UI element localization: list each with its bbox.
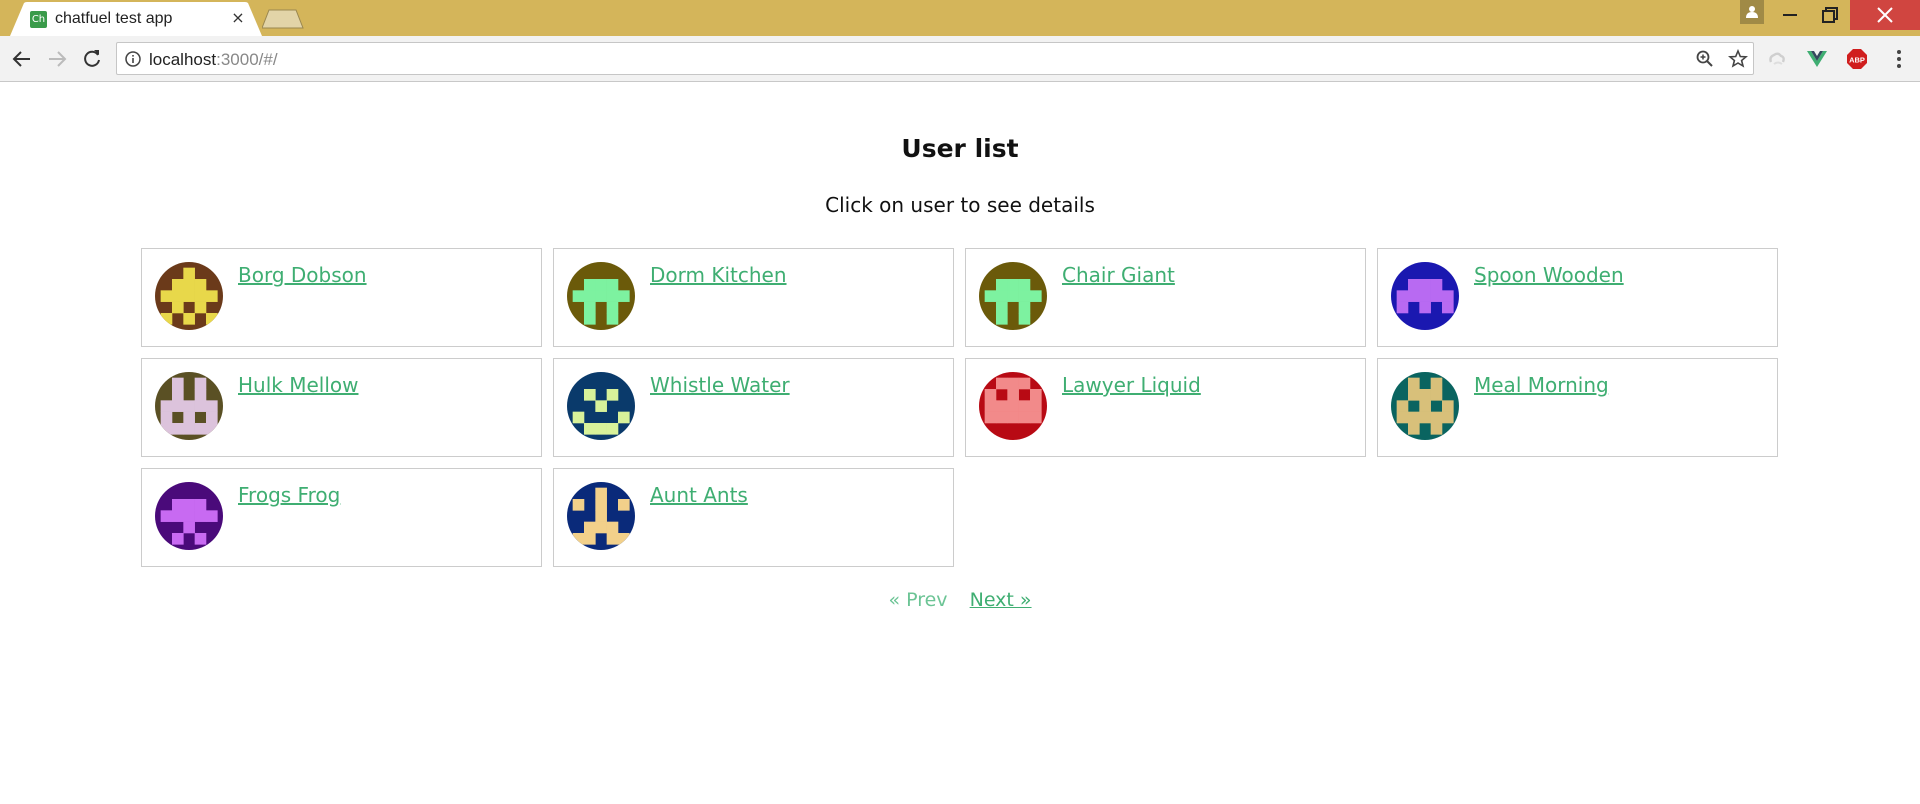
vue-logo-glyph (1807, 51, 1827, 67)
user-name-link[interactable]: Dorm Kitchen (650, 263, 787, 287)
cloud-sync-glyph (1769, 52, 1785, 65)
url-host: localhost (149, 50, 217, 69)
close-window-button[interactable] (1850, 0, 1920, 30)
user-card[interactable]: Borg Dobson (141, 248, 542, 347)
minimize-icon (1783, 14, 1797, 16)
user-name-link[interactable]: Whistle Water (650, 373, 790, 397)
user-card[interactable]: Spoon Wooden (1377, 248, 1778, 347)
restore-button[interactable] (1808, 0, 1852, 30)
address-bar[interactable]: localhost:3000/#/ (116, 42, 1754, 75)
user-avatar-icon[interactable] (155, 262, 223, 330)
close-icon (1877, 7, 1893, 23)
user-avatar-icon[interactable] (1391, 372, 1459, 440)
minimize-button[interactable] (1768, 0, 1812, 30)
info-icon[interactable] (125, 51, 141, 67)
tab-close-icon[interactable]: × (229, 8, 247, 28)
user-card[interactable]: Frogs Frog (141, 468, 542, 567)
user-card[interactable]: Meal Morning (1377, 358, 1778, 457)
user-name-link[interactable]: Hulk Mellow (238, 373, 358, 397)
abp-label: ABP (1849, 56, 1865, 65)
new-tab-button[interactable] (261, 9, 304, 34)
user-avatar-icon[interactable] (155, 372, 223, 440)
user-card[interactable]: Aunt Ants (553, 468, 954, 567)
user-avatar-icon[interactable] (567, 482, 635, 550)
user-card[interactable]: Hulk Mellow (141, 358, 542, 457)
tab-favicon-icon: Ch (30, 11, 47, 28)
person-icon (1746, 6, 1758, 18)
user-name-link[interactable]: Chair Giant (1062, 263, 1175, 287)
user-name-link[interactable]: Lawyer Liquid (1062, 373, 1201, 397)
pagination: « Prev Next » (0, 589, 1920, 611)
user-name-link[interactable]: Meal Morning (1474, 373, 1609, 397)
page-title: User list (901, 134, 1019, 163)
user-card[interactable]: Dorm Kitchen (553, 248, 954, 347)
zoom-icon[interactable] (1696, 50, 1714, 68)
browser-toolbar: localhost:3000/#/ ABP (0, 36, 1920, 82)
user-avatar-icon[interactable] (1391, 262, 1459, 330)
user-card[interactable]: Lawyer Liquid (965, 358, 1366, 457)
next-page-link[interactable]: Next » (970, 589, 1032, 611)
user-avatar-icon[interactable] (979, 262, 1047, 330)
user-name-link[interactable]: Spoon Wooden (1474, 263, 1624, 287)
abp-octagon-glyph: ABP (1847, 49, 1867, 69)
user-avatar-icon[interactable] (567, 372, 635, 440)
prev-page-link: « Prev (888, 589, 948, 611)
kebab-menu-icon (1897, 50, 1901, 68)
page-content: User list Click on user to see details B… (0, 82, 1920, 804)
user-card[interactable]: Chair Giant (965, 248, 1366, 347)
restore-icon (1822, 7, 1838, 23)
user-name-link[interactable]: Borg Dobson (238, 263, 367, 287)
adblock-plus-icon[interactable]: ABP (1846, 48, 1868, 70)
page-subtitle: Click on user to see details (825, 193, 1095, 217)
vue-devtools-icon[interactable] (1806, 48, 1828, 70)
url-text[interactable]: localhost:3000/#/ (149, 50, 278, 70)
arrow-left-icon (12, 51, 30, 67)
browser-menu-button[interactable] (1887, 47, 1911, 71)
cloud-sync-icon[interactable] (1766, 48, 1788, 70)
user-avatar-icon[interactable] (155, 482, 223, 550)
bookmark-star-icon[interactable] (1728, 49, 1748, 69)
arrow-right-icon (49, 51, 67, 67)
user-name-link[interactable]: Frogs Frog (238, 483, 340, 507)
browser-tab[interactable]: Ch chatfuel test app × (10, 2, 262, 36)
tab-title: chatfuel test app (55, 10, 173, 27)
reload-icon (84, 50, 100, 67)
browser-titlebar: Ch chatfuel test app × (0, 0, 1920, 36)
user-avatar-icon[interactable] (567, 262, 635, 330)
profile-button[interactable] (1740, 0, 1764, 24)
reload-button[interactable] (80, 47, 104, 71)
forward-button[interactable] (45, 47, 69, 71)
user-name-link[interactable]: Aunt Ants (650, 483, 748, 507)
new-tab-icon (261, 9, 304, 29)
back-button[interactable] (10, 47, 34, 71)
user-card[interactable]: Whistle Water (553, 358, 954, 457)
user-avatar-icon[interactable] (979, 372, 1047, 440)
url-path: :3000/#/ (216, 50, 278, 69)
